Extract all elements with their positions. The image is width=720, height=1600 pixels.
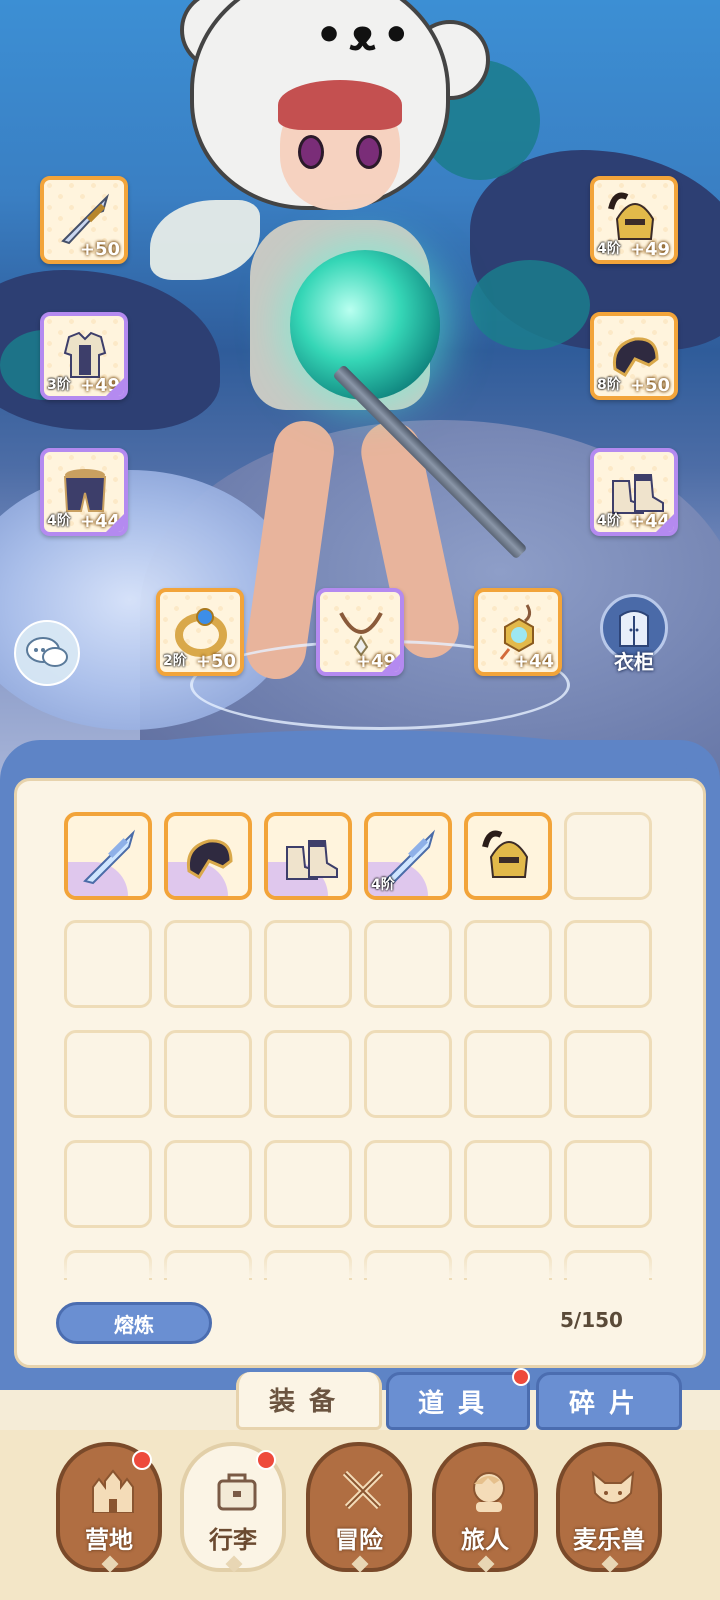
inventory-empty-slot[interactable] (164, 1140, 252, 1228)
sword-icon (78, 826, 140, 888)
traveler-icon (464, 1466, 514, 1516)
inventory-empty-slot[interactable] (564, 920, 652, 1008)
equip-slot-pants[interactable]: 4阶 +44 (40, 448, 128, 536)
nav-camp-badge (132, 1450, 152, 1470)
inventory-item[interactable] (164, 812, 252, 900)
inventory-capacity: 5/150 (560, 1308, 623, 1332)
equip-slot-armor[interactable]: 3阶 +49 (40, 312, 128, 400)
inventory-empty-slot[interactable] (364, 1140, 452, 1228)
equip-slot-weapon[interactable]: +50 (40, 176, 128, 264)
equip-slot-gloves[interactable]: 8阶 +50 (590, 312, 678, 400)
equip-slot-necklace[interactable]: +49 (316, 588, 404, 676)
inventory-empty-slot[interactable] (464, 1030, 552, 1118)
inventory-empty-slot[interactable] (364, 1030, 452, 1118)
inventory-empty-slot[interactable] (64, 920, 152, 1008)
inventory-item[interactable] (64, 812, 152, 900)
equip-slot-amulet[interactable]: +44 (474, 588, 562, 676)
nav-adventure[interactable]: 冒险 (306, 1442, 412, 1573)
tab-items[interactable]: 道具 (386, 1372, 530, 1430)
inventory-empty-slot[interactable] (364, 920, 452, 1008)
crossed-swords-icon (338, 1466, 388, 1516)
inventory-item[interactable] (464, 812, 552, 900)
inventory-item[interactable] (264, 812, 352, 900)
castle-icon (88, 1466, 138, 1516)
inventory-empty-slot[interactable] (564, 1030, 652, 1118)
inventory-empty-slot[interactable] (164, 1030, 252, 1118)
tab-equipment[interactable]: 装备 (236, 1372, 382, 1430)
inventory-empty-slot[interactable] (164, 920, 252, 1008)
inventory-empty-slot[interactable] (464, 920, 552, 1008)
smelt-button[interactable]: 熔炼 (56, 1302, 212, 1344)
gloves-icon (178, 826, 240, 888)
inventory-empty-slot[interactable] (264, 920, 352, 1008)
chat-button[interactable] (14, 620, 80, 686)
chat-bubble-icon (26, 637, 68, 667)
wardrobe-icon (619, 610, 649, 647)
equip-slot-ring[interactable]: 2阶 +50 (156, 588, 244, 676)
inventory-empty-slot[interactable] (64, 1030, 152, 1118)
fox-icon (588, 1466, 638, 1516)
nav-traveler[interactable]: 旅人 (432, 1442, 538, 1573)
character-wing (150, 200, 260, 280)
inventory-empty-slot[interactable] (564, 1140, 652, 1228)
nav-pet[interactable]: 麦乐兽 (556, 1442, 662, 1573)
inventory-empty-slot[interactable] (264, 1140, 352, 1228)
wardrobe-button[interactable]: 衣柜 (594, 594, 674, 684)
bag-icon (212, 1466, 262, 1516)
inventory-item[interactable]: 4阶 (364, 812, 452, 900)
inventory-empty-slot[interactable] (64, 1140, 152, 1228)
inventory-empty-slot[interactable] (464, 1140, 552, 1228)
inventory-empty-slot[interactable] (564, 812, 652, 900)
equip-slot-helmet[interactable]: 4阶 +49 (590, 176, 678, 264)
helmet-icon (478, 826, 540, 888)
glowing-orb (290, 250, 440, 400)
boots-icon (278, 826, 340, 888)
inventory-empty-slot[interactable] (264, 1030, 352, 1118)
wardrobe-label: 衣柜 (614, 650, 654, 674)
tab-fragments[interactable]: 碎片 (536, 1372, 682, 1430)
nav-bag-badge (256, 1450, 276, 1470)
equip-slot-boots[interactable]: 4阶 +44 (590, 448, 678, 536)
tab-items-badge (512, 1368, 530, 1386)
